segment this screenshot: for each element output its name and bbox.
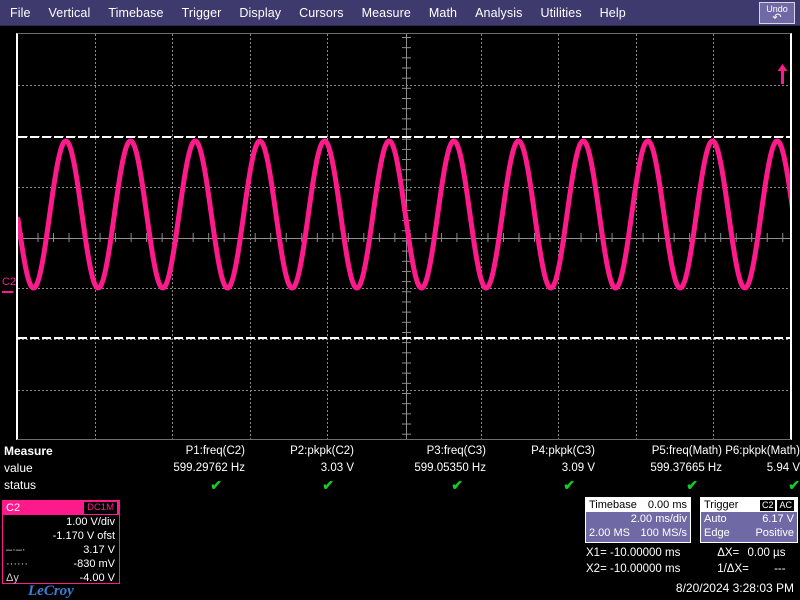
channel-cursor1-value: 3.17 V [83, 543, 115, 557]
trigger-coupling-badge[interactable]: AC [777, 500, 794, 511]
channel-ref-marker-label: C2 [2, 276, 16, 288]
channel-delta-label: Δy [6, 571, 19, 585]
trigger-position-marker[interactable] [399, 439, 409, 440]
cursor-dx-label: ΔX= [717, 547, 739, 559]
channel-offset-value: -1.170 V ofst [53, 529, 115, 543]
timebase-memory-value: 2.00 MS [589, 526, 630, 540]
cursor-x2-row: X2= -10.00000 ms 1/ΔX= --- [586, 562, 786, 577]
undo-arrow-icon: ↶ [760, 14, 794, 23]
channel-panel-c2[interactable]: C2 DC1M 1.00 V/div -1.170 V ofst –·–· 3.… [2, 500, 120, 584]
measure-value-label: value [4, 460, 33, 477]
waveform-trace-c2 [18, 34, 792, 440]
timebase-panel[interactable]: Timebase 0.00 ms 2.00 ms/div 2.00 MS 100… [585, 497, 691, 543]
cursor-x1-label: X1= [586, 547, 607, 559]
cursor-invdx-value: --- [774, 563, 786, 575]
menu-item-measure[interactable]: Measure [353, 0, 420, 26]
trigger-mode-value: Auto [704, 512, 727, 526]
measure-status-check-3: ✔ [535, 477, 575, 494]
menu-item-vertical[interactable]: Vertical [40, 0, 100, 26]
undo-button[interactable]: Undo ↶ [759, 2, 795, 24]
channel-coupling-badge[interactable]: DC1M [84, 502, 117, 514]
menu-item-help[interactable]: Help [591, 0, 635, 26]
cursor-x2-label: X2= [586, 563, 607, 575]
channel-voltsdiv-row[interactable]: 1.00 V/div [3, 515, 119, 529]
measure-value-5: 5.94 V [640, 460, 800, 477]
channel-panel-name: C2 [6, 501, 20, 515]
cursor-x1-value: -10.00000 ms [610, 546, 714, 561]
channel-cursor2-label: ······ [6, 557, 28, 571]
graticule-lines [18, 34, 790, 439]
measure-title: Measure [4, 443, 53, 460]
channel-ref-marker-bar [2, 291, 13, 293]
menu-item-trigger[interactable]: Trigger [173, 0, 231, 26]
channel-cursor1-label: –·–· [6, 543, 26, 557]
menu-item-utilities[interactable]: Utilities [531, 0, 590, 26]
timebase-scale-row[interactable]: 2.00 ms/div [586, 512, 690, 526]
measure-table: Measure P1:freq(C2) P2:pkpk(C2) P3:freq(… [0, 443, 800, 497]
measure-status-row: status ✔ ✔ ✔ ✔ ✔ ✔ [0, 477, 800, 494]
channel-offset-arrow-icon [777, 64, 788, 84]
timebase-header: Timebase 0.00 ms [586, 498, 690, 512]
trigger-slope-value: Positive [755, 526, 794, 540]
timebase-acq-row[interactable]: 2.00 MS 100 MS/s [586, 526, 690, 540]
measure-status-check-0: ✔ [182, 477, 222, 494]
trigger-type-value: Edge [704, 526, 730, 540]
trigger-panel[interactable]: Trigger C2AC Auto 6.17 V Edge Positive [700, 497, 798, 543]
channel-panel-header: C2 DC1M [3, 501, 119, 515]
measure-header-row: Measure P1:freq(C2) P2:pkpk(C2) P3:freq(… [0, 443, 800, 460]
brand-logo: LeCroy [28, 583, 74, 600]
measure-status-check-1: ✔ [294, 477, 334, 494]
channel-offset-row[interactable]: -1.170 V ofst [3, 529, 119, 543]
menu-item-cursors[interactable]: Cursors [290, 0, 352, 26]
timebase-delay-value: 0.00 ms [648, 498, 687, 512]
trigger-source-badges: C2AC [758, 498, 794, 512]
trigger-mode-row[interactable]: Auto 6.17 V [701, 512, 797, 526]
menu-item-math[interactable]: Math [420, 0, 466, 26]
cursor-invdx-label: 1/ΔX= [717, 563, 749, 575]
menu-item-timebase[interactable]: Timebase [99, 0, 172, 26]
measure-col-name-5: P6:pkpk(Math) [640, 443, 800, 460]
timebase-samplerate-value: 100 MS/s [641, 526, 687, 540]
menu-bar: File Vertical Timebase Trigger Display C… [0, 0, 800, 26]
trigger-header: Trigger C2AC [701, 498, 797, 512]
measure-status-label: status [4, 477, 36, 494]
measure-status-check-2: ✔ [423, 477, 463, 494]
timestamp: 8/20/2024 3:28:03 PM [676, 581, 794, 595]
trigger-type-row[interactable]: Edge Positive [701, 526, 797, 540]
channel-delta-value: -4.00 V [80, 571, 115, 585]
channel-ref-marker-c2[interactable]: C2 [2, 277, 16, 293]
measure-status-check-4: ✔ [658, 477, 698, 494]
channel-cursor2-value: -830 mV [73, 557, 115, 571]
channel-voltsdiv-value: 1.00 V/div [66, 515, 115, 529]
oscilloscope-screen: File Vertical Timebase Trigger Display C… [0, 0, 800, 600]
menu-item-file[interactable]: File [0, 0, 40, 26]
measure-value-row: value 599.29762 Hz 3.03 V 599.05350 Hz 3… [0, 460, 800, 477]
cursor-x1-row: X1= -10.00000 ms ΔX= 0.00 µs [586, 546, 785, 561]
cursor-x2-value: -10.00000 ms [610, 562, 714, 577]
menu-item-analysis[interactable]: Analysis [466, 0, 531, 26]
timebase-timediv-value: 2.00 ms/div [631, 512, 687, 526]
trigger-title: Trigger [704, 498, 738, 512]
menu-item-display[interactable]: Display [230, 0, 290, 26]
trigger-source-badge[interactable]: C2 [760, 500, 776, 511]
timebase-title: Timebase [589, 498, 637, 512]
trigger-level-value: 6.17 V [762, 512, 794, 526]
channel-cursor2-row: ······ -830 mV [3, 557, 119, 571]
measure-status-check-5: ✔ [760, 477, 800, 494]
waveform-graticule[interactable] [16, 33, 792, 440]
channel-cursor1-row: –·–· 3.17 V [3, 543, 119, 557]
cursor-dx-value: 0.00 µs [747, 547, 785, 559]
